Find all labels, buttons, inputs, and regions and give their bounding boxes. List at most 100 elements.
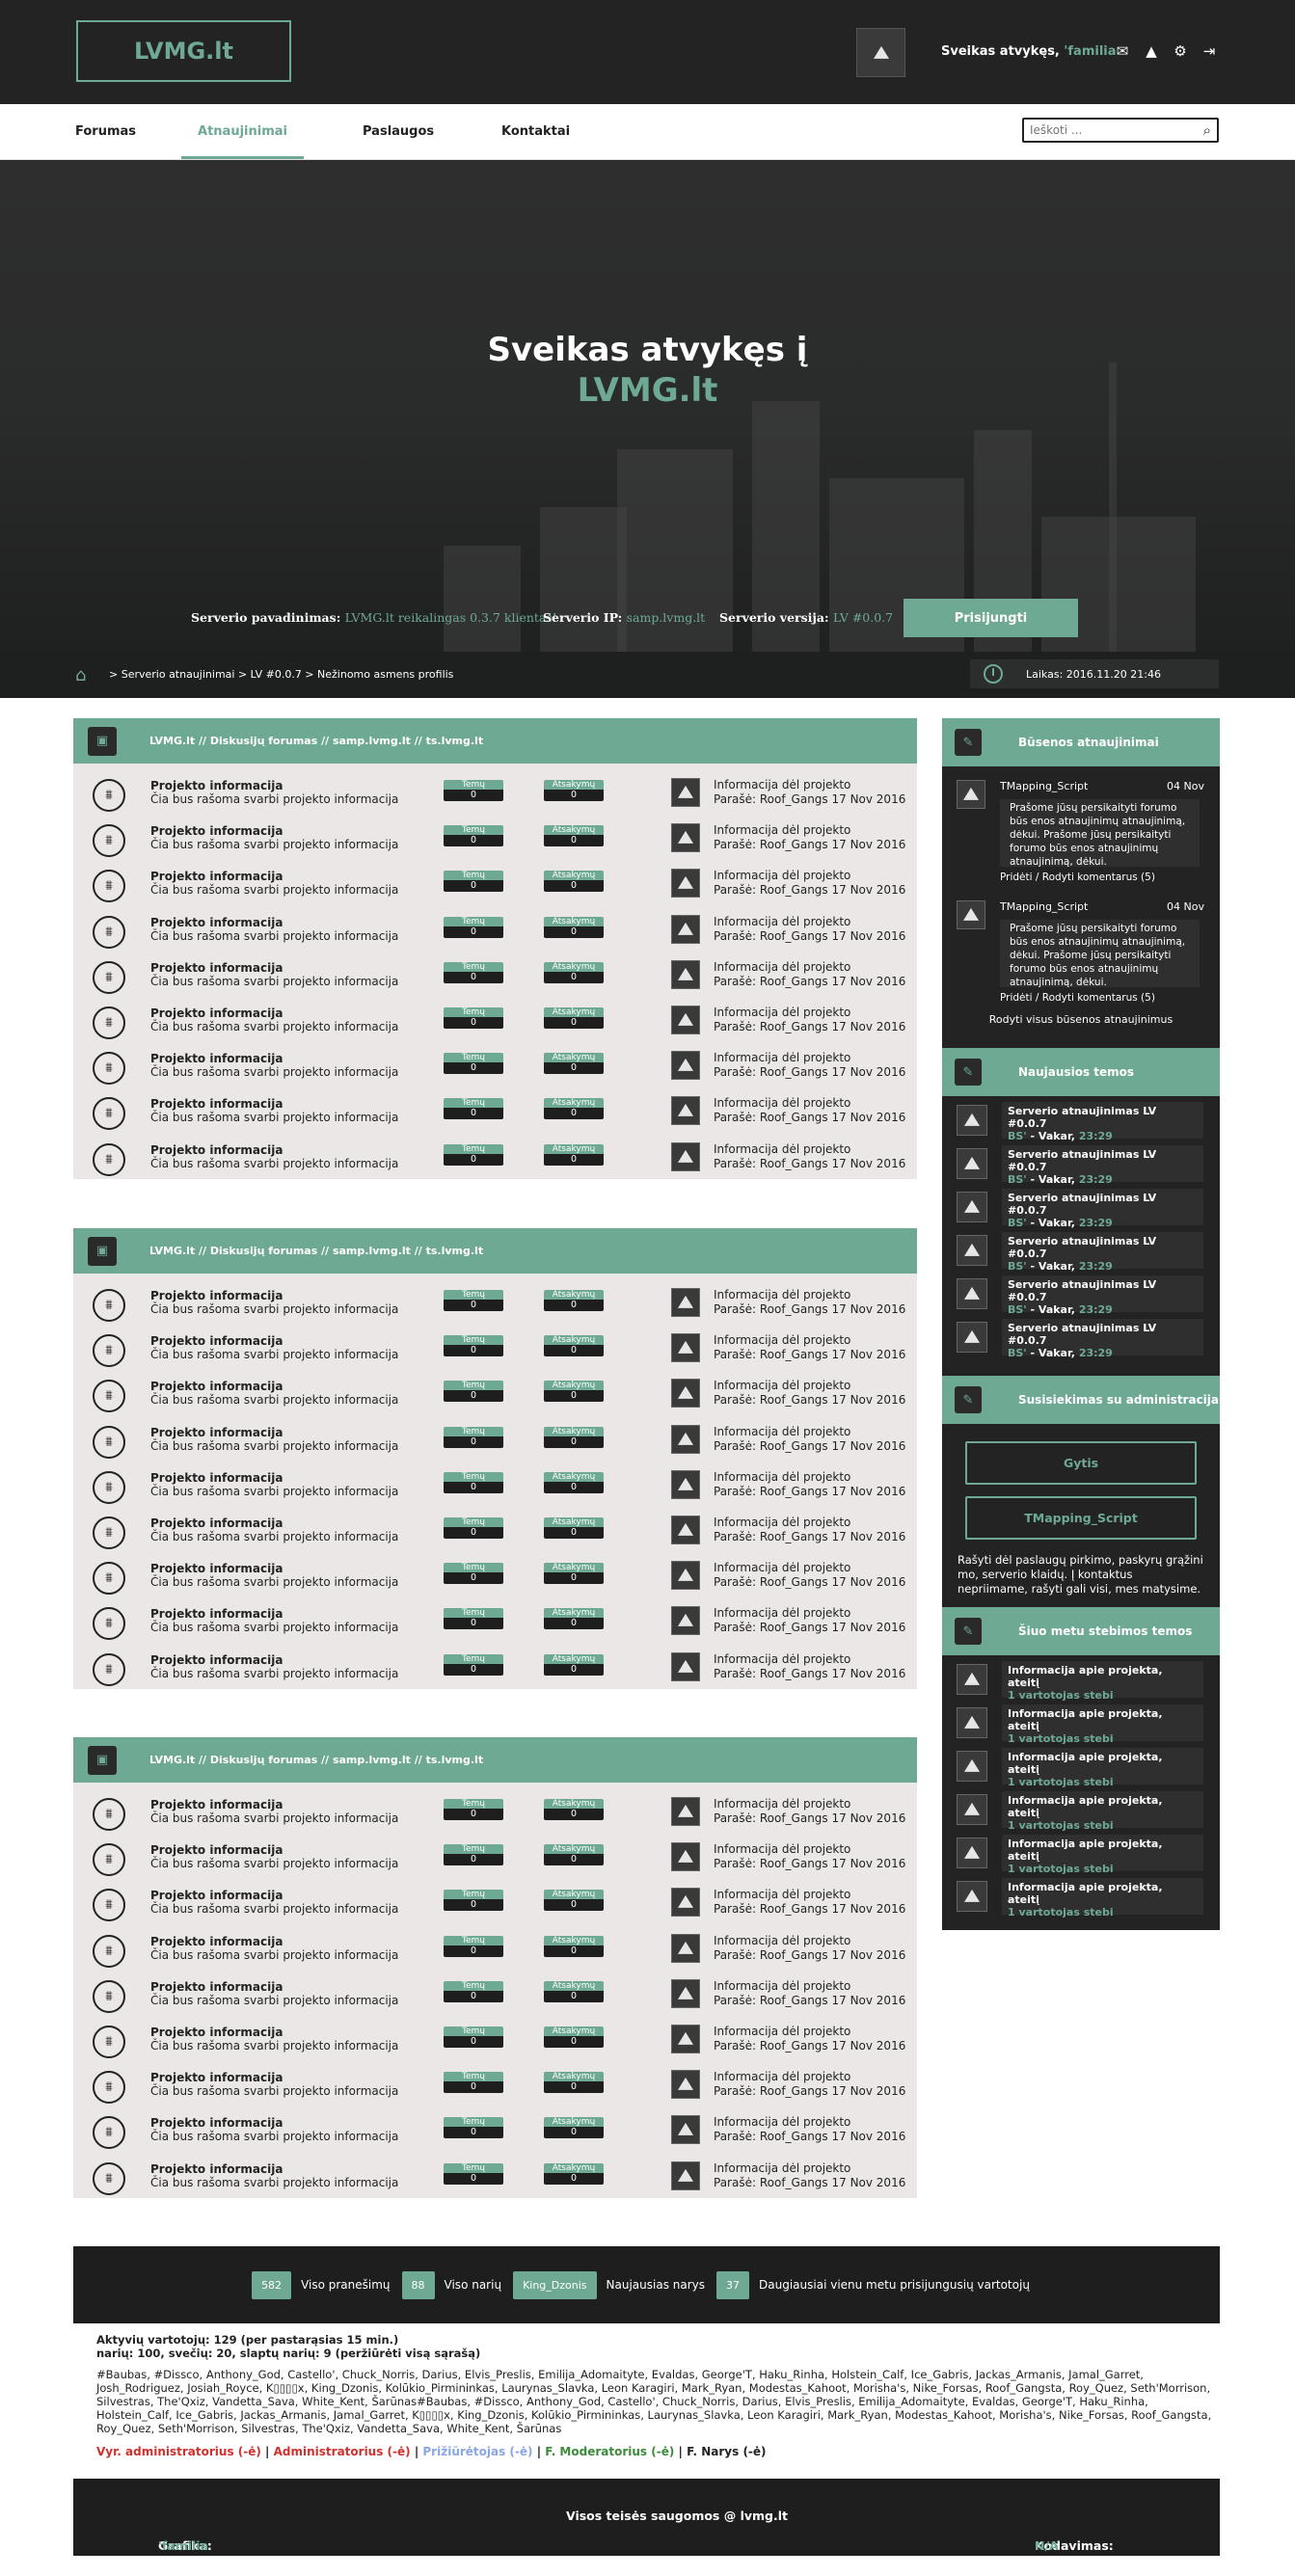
last-post-author[interactable]: Parašė: Roof_Gangs 17 Nov 2016	[714, 2176, 905, 2189]
forum-row[interactable]: ⩩ Projekto informacija Čia bus rašoma sv…	[73, 815, 917, 860]
last-post-author[interactable]: Parašė: Roof_Gangs 17 Nov 2016	[714, 1348, 905, 1361]
forum-row-title[interactable]: Projekto informacija	[150, 961, 283, 975]
last-post-title[interactable]: Informacija dėl projekto	[714, 960, 850, 974]
last-post-avatar[interactable]	[671, 869, 700, 899]
last-post-author[interactable]: Parašė: Roof_Gangs 17 Nov 2016	[714, 1994, 905, 2007]
forum-row[interactable]: ⩩ Projekto informacija Čia bus rašoma sv…	[73, 1325, 917, 1370]
new-topic-item[interactable]: Serverio atnaujinimas LV #0.0.7 BS' - Va…	[942, 1228, 1220, 1273]
contact-gytis-button[interactable]: Gytis	[965, 1441, 1197, 1485]
last-post-avatar[interactable]	[671, 1333, 700, 1363]
nav-paslaugos[interactable]: Paslaugos	[363, 104, 434, 160]
status-avatar[interactable]	[957, 900, 985, 929]
last-post-author[interactable]: Parašė: Roof_Gangs 17 Nov 2016	[714, 1485, 905, 1498]
welcome-username[interactable]: 'familia	[1064, 44, 1116, 59]
forum-row[interactable]: ⩩ Projekto informacija Čia bus rašoma sv…	[73, 1834, 917, 1879]
topic-avatar[interactable]	[957, 1105, 987, 1136]
last-post-avatar[interactable]	[671, 1651, 700, 1681]
last-post-title[interactable]: Informacija dėl projekto	[714, 2070, 850, 2083]
last-post-title[interactable]: Informacija dėl projekto	[714, 869, 850, 882]
search-icon[interactable]: ⌕	[1203, 121, 1211, 139]
forum-row[interactable]: ⩩ Projekto informacija Čia bus rašoma sv…	[73, 1416, 917, 1462]
last-post-avatar[interactable]	[671, 1515, 700, 1544]
last-post-avatar[interactable]	[671, 1561, 700, 1591]
topic-title[interactable]: Serverio atnaujinimas LV #0.0.7	[1008, 1278, 1198, 1303]
forum-row-title[interactable]: Projekto informacija	[150, 2116, 283, 2130]
status-comments-link[interactable]: Pridėti / Rodyti komentarus (5)	[1000, 872, 1155, 883]
watched-topic-title[interactable]: Informacija apie projekta, ateitį	[1008, 1751, 1198, 1776]
last-post-avatar[interactable]	[671, 1288, 700, 1317]
forum-row[interactable]: ⩩ Projekto informacija Čia bus rašoma sv…	[73, 1370, 917, 1415]
last-post-avatar[interactable]	[671, 1978, 700, 2008]
last-post-author[interactable]: Parašė: Roof_Gangs 17 Nov 2016	[714, 1902, 905, 1916]
last-post-avatar[interactable]	[671, 914, 700, 944]
last-post-title[interactable]: Informacija dėl projekto	[714, 1379, 850, 1392]
forum-row-title[interactable]: Projekto informacija	[150, 2162, 283, 2176]
forum-title[interactable]: LVMG.lt // Diskusijų forumas // samp.lvm…	[149, 1754, 483, 1766]
forum-row[interactable]: ⩩ Projekto informacija Čia bus rašoma sv…	[73, 1042, 917, 1087]
last-post-author[interactable]: Parašė: Roof_Gangs 17 Nov 2016	[714, 1621, 905, 1634]
last-post-title[interactable]: Informacija dėl projekto	[714, 823, 850, 837]
last-post-title[interactable]: Informacija dėl projekto	[714, 1561, 850, 1574]
last-post-title[interactable]: Informacija dėl projekto	[714, 1288, 850, 1301]
last-post-title[interactable]: Informacija dėl projekto	[714, 1652, 850, 1666]
last-post-avatar[interactable]	[671, 1051, 700, 1081]
forum-title[interactable]: LVMG.lt // Diskusijų forumas // samp.lvm…	[149, 735, 483, 747]
topic-avatar[interactable]	[957, 1838, 987, 1868]
forum-row[interactable]: ⩩ Projekto informacija Čia bus rašoma sv…	[73, 1925, 917, 1971]
forum-row[interactable]: ⩩ Projekto informacija Čia bus rašoma sv…	[73, 1644, 917, 1689]
forum-row-title[interactable]: Projekto informacija	[150, 1516, 283, 1530]
last-post-title[interactable]: Informacija dėl projekto	[714, 2161, 850, 2175]
status-comments-link[interactable]: Pridėti / Rodyti komentarus (5)	[1000, 992, 1155, 1004]
last-post-author[interactable]: Parašė: Roof_Gangs 17 Nov 2016	[714, 1439, 905, 1453]
last-post-author[interactable]: Parašė: Roof_Gangs 17 Nov 2016	[714, 1020, 905, 1033]
last-post-title[interactable]: Informacija dėl projekto	[714, 1934, 850, 1947]
contact-tmapping-button[interactable]: TMapping_Script	[965, 1496, 1197, 1540]
last-post-author[interactable]: Parašė: Roof_Gangs 17 Nov 2016	[714, 2084, 905, 2098]
last-post-title[interactable]: Informacija dėl projekto	[714, 778, 850, 792]
last-post-avatar[interactable]	[671, 1141, 700, 1171]
forum-row-title[interactable]: Projekto informacija	[150, 1006, 283, 1020]
last-post-avatar[interactable]	[671, 2024, 700, 2053]
forum-row-title[interactable]: Projekto informacija	[150, 1143, 283, 1157]
forum-row-title[interactable]: Projekto informacija	[150, 1289, 283, 1302]
forum-row-title[interactable]: Projekto informacija	[150, 1607, 283, 1621]
watched-topic-item[interactable]: Informacija apie projekta, ateitį 1 vart…	[942, 1874, 1220, 1919]
forum-row-title[interactable]: Projekto informacija	[150, 1471, 283, 1485]
last-post-avatar[interactable]	[671, 1933, 700, 1963]
watched-topic-title[interactable]: Informacija apie projekta, ateitį	[1008, 1881, 1198, 1906]
forum-row[interactable]: ⩩ Projekto informacija Čia bus rašoma sv…	[73, 1788, 917, 1834]
topic-avatar[interactable]	[957, 1192, 987, 1222]
topic-avatar[interactable]	[957, 1881, 987, 1912]
forum-row[interactable]: ⩩ Projekto informacija Čia bus rašoma sv…	[73, 860, 917, 905]
forum-row[interactable]: ⩩ Projekto informacija Čia bus rašoma sv…	[73, 1971, 917, 2016]
new-topic-item[interactable]: Serverio atnaujinimas LV #0.0.7 BS' - Va…	[942, 1185, 1220, 1229]
last-post-title[interactable]: Informacija dėl projekto	[714, 1425, 850, 1438]
forum-row-title[interactable]: Projekto informacija	[150, 916, 283, 929]
forum-row-title[interactable]: Projekto informacija	[150, 2071, 283, 2084]
last-post-title[interactable]: Informacija dėl projekto	[714, 1797, 850, 1811]
watched-topic-title[interactable]: Informacija apie projekta, ateitį	[1008, 1794, 1198, 1819]
last-post-title[interactable]: Informacija dėl projekto	[714, 2115, 850, 2129]
last-post-title[interactable]: Informacija dėl projekto	[714, 1516, 850, 1529]
forum-row[interactable]: ⩩ Projekto informacija Čia bus rašoma sv…	[73, 2061, 917, 2106]
topic-avatar[interactable]	[957, 1322, 987, 1353]
last-post-title[interactable]: Informacija dėl projekto	[714, 1333, 850, 1347]
nav-kontaktai[interactable]: Kontaktai	[501, 104, 570, 160]
watched-topic-item[interactable]: Informacija apie projekta, ateitį 1 vart…	[942, 1657, 1220, 1702]
topic-title[interactable]: Serverio atnaujinimas LV #0.0.7	[1008, 1148, 1198, 1173]
forum-row-title[interactable]: Projekto informacija	[150, 1889, 283, 1902]
forum-row[interactable]: ⩩ Projekto informacija Čia bus rašoma sv…	[73, 1507, 917, 1552]
forum-row-title[interactable]: Projekto informacija	[150, 1562, 283, 1575]
last-post-author[interactable]: Parašė: Roof_Gangs 17 Nov 2016	[714, 1111, 905, 1124]
envelope-icon[interactable]: ✉	[1115, 42, 1130, 60]
forum-row[interactable]: ⩩ Projekto informacija Čia bus rašoma sv…	[73, 1552, 917, 1597]
forum-row[interactable]: ⩩ Projekto informacija Čia bus rašoma sv…	[73, 1087, 917, 1133]
forum-row[interactable]: ⩩ Projekto informacija Čia bus rašoma sv…	[73, 952, 917, 997]
last-post-title[interactable]: Informacija dėl projekto	[714, 1979, 850, 1993]
status-avatar[interactable]	[957, 780, 985, 809]
topic-avatar[interactable]	[957, 1235, 987, 1266]
forum-title[interactable]: LVMG.lt // Diskusijų forumas // samp.lvm…	[149, 1245, 483, 1257]
last-post-author[interactable]: Parašė: Roof_Gangs 17 Nov 2016	[714, 929, 905, 943]
site-logo[interactable]: LVMG.lt	[76, 20, 291, 82]
user-avatar[interactable]	[856, 28, 905, 77]
